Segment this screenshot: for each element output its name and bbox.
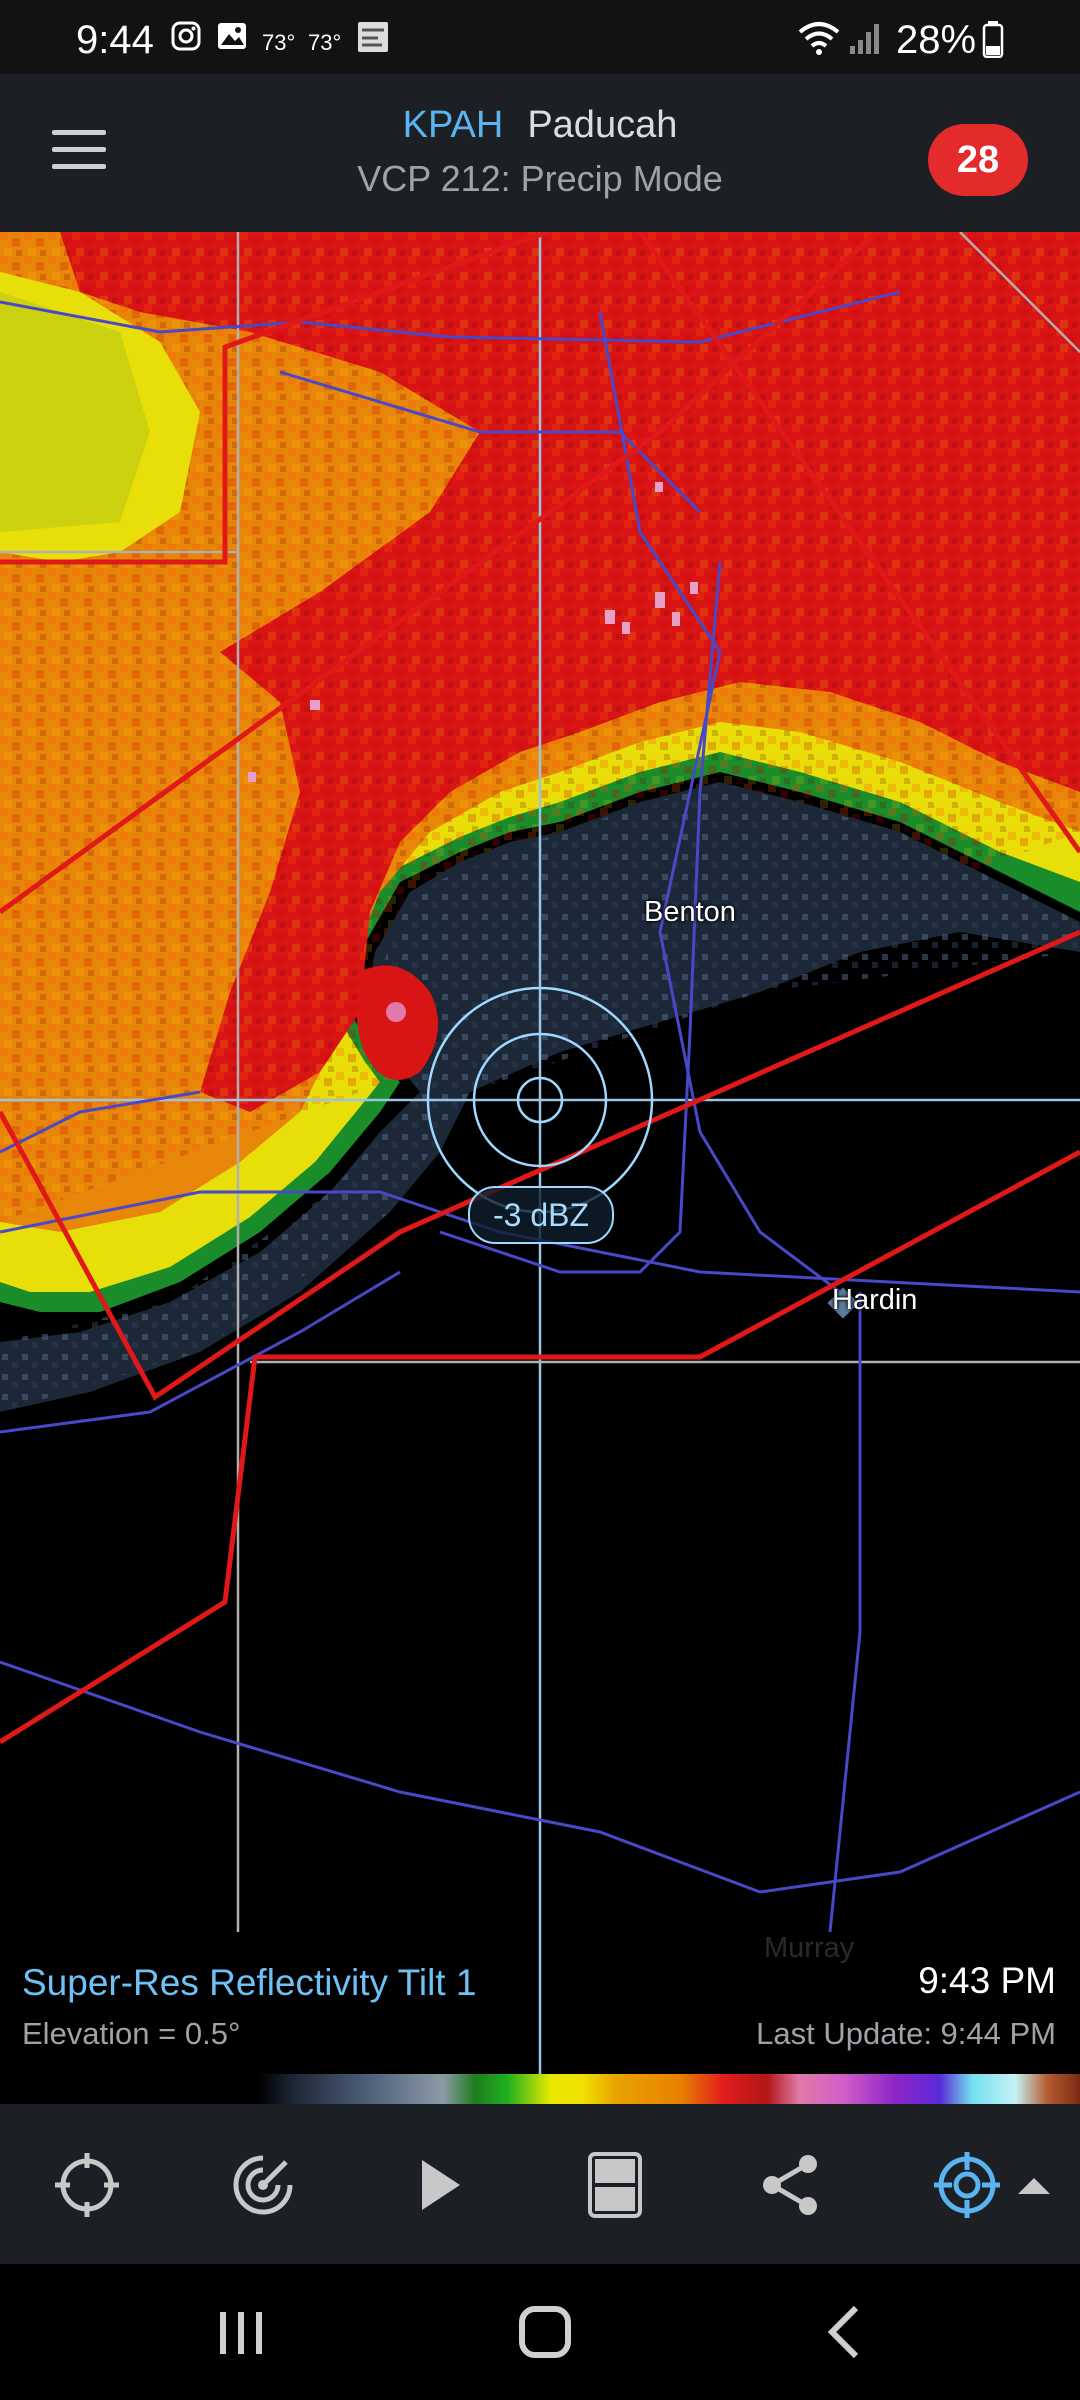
locate-icon[interactable] (52, 2150, 122, 2220)
elevation-text: Elevation = 0.5° (22, 2016, 241, 2051)
split-view-icon[interactable] (580, 2150, 650, 2220)
reflectivity-color-scale (0, 2074, 1080, 2104)
station-name: Paducah (527, 104, 678, 146)
status-time: 9:44 (76, 18, 154, 62)
station-code: KPAH (402, 104, 504, 146)
notification-thumb-icon (358, 22, 388, 52)
weather-temp-1: 73° (262, 30, 296, 55)
app-header: KPAH Paducah VCP 212: Precip Mode 28 (0, 74, 1080, 232)
alerts-badge[interactable]: 28 (928, 124, 1028, 196)
bottom-toolbar (0, 2104, 1080, 2264)
system-nav-bar (0, 2264, 1080, 2400)
layers-target-icon[interactable] (932, 2150, 1002, 2220)
product-name[interactable]: Super-Res Reflectivity Tilt 1 (22, 1962, 476, 2004)
share-icon[interactable] (756, 2150, 826, 2220)
city-label-hardin: Hardin (832, 1284, 918, 1316)
expand-toolbar-icon[interactable] (1016, 2174, 1052, 2196)
station-selector[interactable]: KPAH Paducah (0, 104, 1080, 147)
gallery-icon (218, 23, 246, 49)
signal-icon (850, 24, 879, 54)
radar-map-canvas (0, 232, 1080, 2082)
back-icon[interactable] (800, 2292, 890, 2372)
battery-icon (982, 21, 1004, 58)
weather-temp-2: 73° (308, 30, 342, 55)
play-icon[interactable] (404, 2150, 474, 2220)
radar-map[interactable]: Benton Hardin Murray -3 dBZ Super-Res Re… (0, 232, 1080, 2082)
city-label-murray: Murray (764, 1932, 855, 1964)
scan-time: 9:43 PM (918, 1960, 1056, 2001)
radar-sweep-icon[interactable] (228, 2150, 298, 2220)
battery-percent: 28% (896, 18, 977, 62)
vcp-mode: VCP 212: Precip Mode (357, 158, 723, 199)
last-update-text: Last Update: 9:44 PM (756, 2016, 1056, 2051)
status-bar: 9:44 73° 73° 28% (0, 0, 1080, 74)
wifi-icon (798, 22, 840, 55)
instagram-icon (171, 21, 201, 51)
probe-value-readout: -3 dBZ (468, 1186, 614, 1244)
recent-apps-icon[interactable] (196, 2292, 286, 2372)
city-label-benton: Benton (644, 896, 736, 928)
home-icon[interactable] (500, 2292, 590, 2372)
